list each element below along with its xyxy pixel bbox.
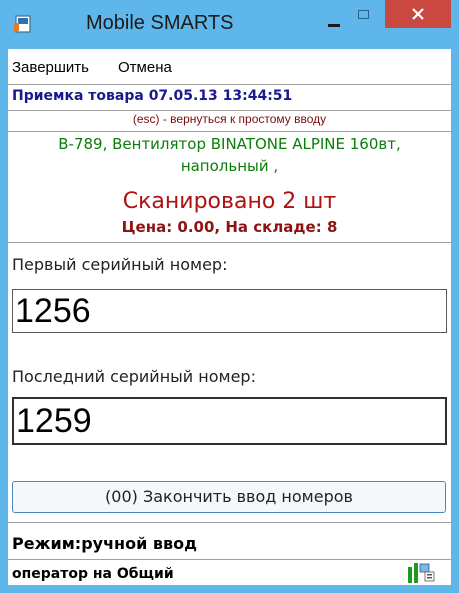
last-serial-label: Последний серийный номер: <box>12 367 256 386</box>
mode-status: Режим:ручной ввод <box>12 534 198 553</box>
product-name: B-789, Вентилятор BINATONE ALPINE 160вт,… <box>8 133 451 177</box>
first-serial-input[interactable]: 1256 <box>12 289 447 333</box>
finish-numbers-button[interactable]: (00) Закончить ввод номеров <box>12 481 446 513</box>
maximize-icon[interactable] <box>358 10 369 19</box>
divider <box>8 242 451 243</box>
menu-item-finish[interactable]: Завершить <box>12 59 89 76</box>
price-stock: Цена: 0.00, На складе: 8 <box>121 218 338 236</box>
close-icon <box>412 8 424 20</box>
menu-item-cancel[interactable]: Отмена <box>118 59 172 76</box>
document-header: Приемка товара 07.05.13 13:44:51 <box>8 84 451 111</box>
operator-status: оператор на Общий <box>12 566 174 582</box>
title-bar: Mobile SMARTS <box>0 0 459 48</box>
scanned-count: Сканировано 2 шт <box>122 189 337 214</box>
window-title: Mobile SMARTS <box>86 12 234 34</box>
app-client-area: Завершить Отмена Приемка товара 07.05.13… <box>8 49 451 585</box>
product-name-line-1: B-789, Вентилятор BINATONE ALPINE 160вт, <box>58 135 401 153</box>
product-name-line-2: напольный , <box>180 157 279 175</box>
divider <box>8 522 451 523</box>
document-title: Приемка товара 07.05.13 13:44:51 <box>12 88 293 104</box>
signal-icon <box>408 563 435 583</box>
minimize-icon[interactable] <box>328 24 340 27</box>
close-button[interactable] <box>385 0 451 28</box>
escape-hint: (esc) - вернуться к простому вводу <box>8 109 451 132</box>
first-serial-label: Первый серийный номер: <box>12 255 228 274</box>
divider <box>8 559 451 560</box>
last-serial-input[interactable]: 1259 <box>12 397 447 445</box>
menu-bar: Завершить Отмена <box>8 49 451 84</box>
app-icon <box>14 15 31 33</box>
